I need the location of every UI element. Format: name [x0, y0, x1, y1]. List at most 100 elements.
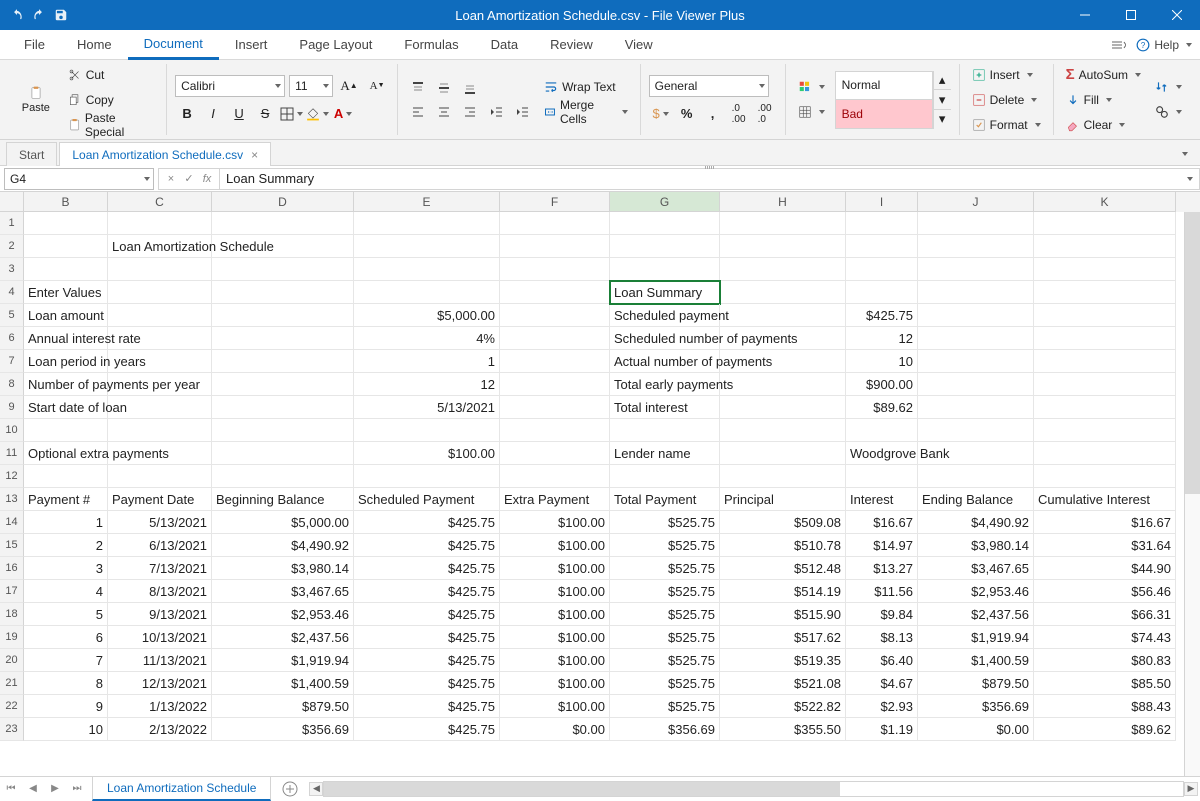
cell[interactable]: $3,467.65	[918, 557, 1034, 580]
cell[interactable]	[500, 235, 610, 258]
cell[interactable]	[846, 235, 918, 258]
cell[interactable]	[500, 373, 610, 396]
cell[interactable]: Scheduled Payment	[354, 488, 500, 511]
cell[interactable]	[500, 465, 610, 488]
cell[interactable]	[918, 327, 1034, 350]
cell[interactable]: Start date of loan	[24, 396, 108, 419]
cell[interactable]	[24, 465, 108, 488]
cell[interactable]: $3,467.65	[212, 580, 354, 603]
cell[interactable]: $425.75	[354, 649, 500, 672]
formula-cancel-icon[interactable]: ×	[163, 173, 179, 185]
cell[interactable]: $100.00	[500, 511, 610, 534]
cell[interactable]	[846, 419, 918, 442]
cell[interactable]: $879.50	[212, 695, 354, 718]
cell[interactable]	[918, 350, 1034, 373]
cell[interactable]	[720, 373, 846, 396]
format-table-button[interactable]	[794, 101, 829, 123]
sheet-nav-prev-icon[interactable]: ◀	[22, 777, 44, 801]
cell[interactable]: $425.75	[354, 603, 500, 626]
cell[interactable]	[720, 396, 846, 419]
cell[interactable]: 8	[24, 672, 108, 695]
cell[interactable]: Scheduled number of payments	[610, 327, 720, 350]
cell[interactable]	[918, 281, 1034, 304]
cell[interactable]: $16.67	[1034, 511, 1176, 534]
merge-cells-button[interactable]: Merge Cells	[540, 101, 632, 123]
cell[interactable]: $356.69	[610, 718, 720, 741]
tab-file[interactable]: Loan Amortization Schedule.csv×	[59, 142, 271, 166]
cell[interactable]: $2.93	[846, 695, 918, 718]
formula-input[interactable]: Loan Summary	[220, 168, 1200, 190]
row-header[interactable]: 17	[0, 580, 24, 603]
cell[interactable]	[212, 442, 354, 465]
cell[interactable]	[212, 465, 354, 488]
cell[interactable]: Loan amount	[24, 304, 108, 327]
cell[interactable]: $525.75	[610, 603, 720, 626]
cell[interactable]: 8/13/2021	[108, 580, 212, 603]
cell[interactable]: Total interest	[610, 396, 720, 419]
cell[interactable]: $1,919.94	[212, 649, 354, 672]
align-left-icon[interactable]	[406, 101, 430, 123]
cell[interactable]: Beginning Balance	[212, 488, 354, 511]
cell[interactable]	[500, 281, 610, 304]
cell[interactable]: $356.69	[918, 695, 1034, 718]
cell[interactable]	[720, 281, 846, 304]
cell[interactable]: $14.97	[846, 534, 918, 557]
row-header[interactable]: 6	[0, 327, 24, 350]
cell[interactable]: 10/13/2021	[108, 626, 212, 649]
row-header[interactable]: 14	[0, 511, 24, 534]
align-center-icon[interactable]	[432, 101, 456, 123]
paste-special-button[interactable]: Paste Special	[64, 114, 158, 136]
cell[interactable]	[610, 419, 720, 442]
cell[interactable]: $425.75	[354, 557, 500, 580]
cell[interactable]: Loan Amortization Schedule	[108, 235, 212, 258]
row-header[interactable]: 15	[0, 534, 24, 557]
cell[interactable]	[610, 212, 720, 235]
column-header[interactable]: H	[720, 192, 846, 212]
cell[interactable]: Lender name	[610, 442, 720, 465]
row-header[interactable]: 4	[0, 281, 24, 304]
cell[interactable]	[720, 235, 846, 258]
cell[interactable]: 10	[24, 718, 108, 741]
cell[interactable]	[500, 212, 610, 235]
minimize-button[interactable]	[1062, 0, 1108, 30]
cell[interactable]: Payment Date	[108, 488, 212, 511]
row-header[interactable]: 1	[0, 212, 24, 235]
cell[interactable]	[846, 212, 918, 235]
decrease-decimal-icon[interactable]: .00.0	[753, 103, 777, 125]
cell[interactable]: $100.00	[500, 695, 610, 718]
cell[interactable]	[1034, 327, 1176, 350]
cell[interactable]	[108, 419, 212, 442]
cell[interactable]: $425.75	[354, 580, 500, 603]
cell[interactable]: Cumulative Interest	[1034, 488, 1176, 511]
cell[interactable]	[354, 419, 500, 442]
cell[interactable]: $900.00	[846, 373, 918, 396]
row-header[interactable]: 7	[0, 350, 24, 373]
cell[interactable]: Number of payments per year	[24, 373, 108, 396]
cell[interactable]: $88.43	[1034, 695, 1176, 718]
cell[interactable]	[918, 465, 1034, 488]
cell[interactable]: $510.78	[720, 534, 846, 557]
vertical-scrollbar[interactable]	[1184, 212, 1200, 776]
horizontal-scrollbar[interactable]: ◀▶	[323, 781, 1184, 797]
row-header[interactable]: 23	[0, 718, 24, 741]
collapse-ribbon-icon[interactable]	[1108, 34, 1130, 56]
copy-button[interactable]: Copy	[64, 89, 158, 111]
cell[interactable]: $100.00	[500, 557, 610, 580]
cell[interactable]: $0.00	[918, 718, 1034, 741]
cell[interactable]: $1,919.94	[918, 626, 1034, 649]
menu-data[interactable]: Data	[475, 30, 534, 60]
row-header[interactable]: 2	[0, 235, 24, 258]
cell[interactable]	[212, 327, 354, 350]
find-button[interactable]	[1151, 101, 1186, 123]
cell[interactable]: Annual interest rate	[24, 327, 108, 350]
cell[interactable]	[1034, 442, 1176, 465]
cell[interactable]	[1034, 465, 1176, 488]
autosum-button[interactable]: ΣAutoSum	[1062, 64, 1145, 86]
cell[interactable]: $1,400.59	[212, 672, 354, 695]
cell[interactable]: $425.75	[354, 626, 500, 649]
cell-reference-box[interactable]: G4	[4, 168, 154, 190]
cell[interactable]: $2,437.56	[212, 626, 354, 649]
cell[interactable]	[846, 281, 918, 304]
increase-indent-icon[interactable]	[510, 101, 534, 123]
formula-fx-icon[interactable]: fx	[199, 173, 215, 185]
